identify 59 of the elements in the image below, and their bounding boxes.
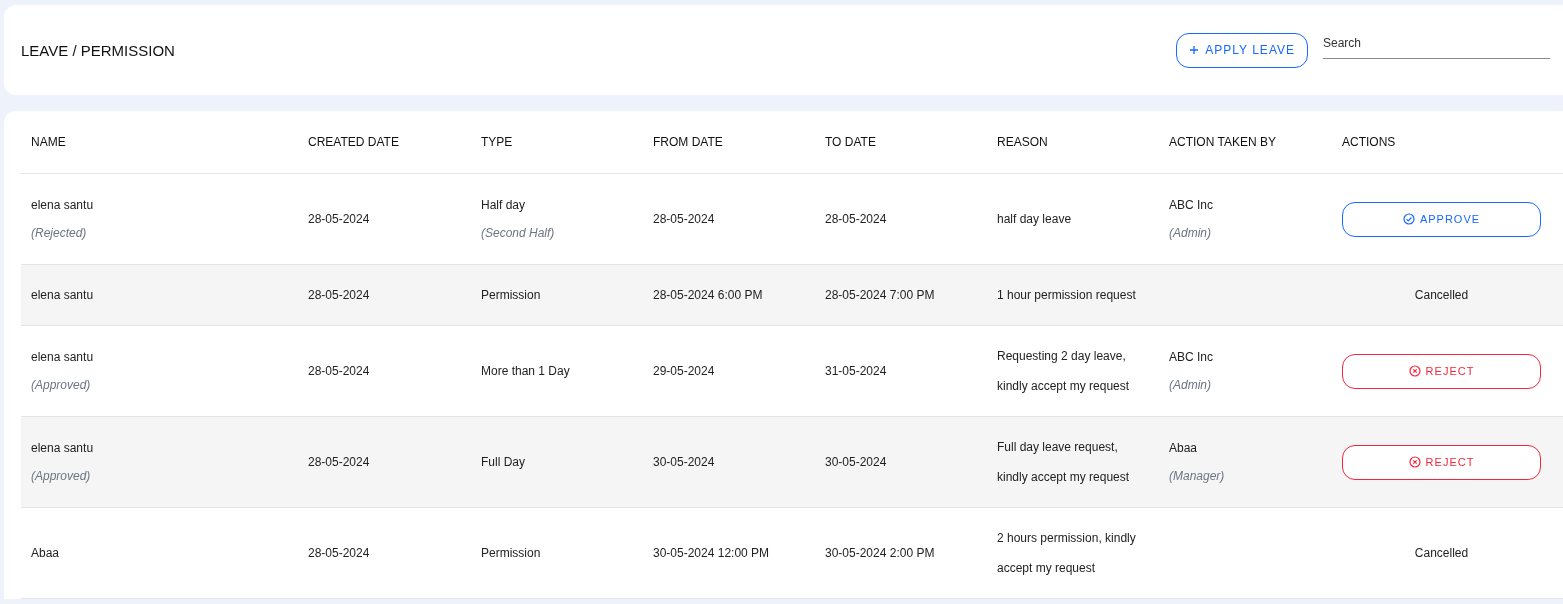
table-cell-text: 1 hour permission request — [997, 287, 1136, 304]
column-header: NAME — [30, 134, 67, 151]
table-cell-text: 2 hours permission, kindly accept my request — [997, 530, 1137, 577]
table-cell-text: Full day leave request, kindly accept my request — [997, 439, 1131, 486]
plus-icon — [1189, 45, 1200, 55]
table-cell: More than 1 Day — [481, 364, 570, 378]
page-title: LEAVE / PERMISSION — [21, 41, 175, 59]
column-header: FROM DATE — [652, 134, 724, 151]
table-cell: ABC Inc — [1169, 350, 1213, 364]
table-cell: elena santu — [31, 288, 94, 302]
table-cell: 28-05-2024 — [308, 212, 370, 226]
status-text: Cancelled — [1413, 546, 1470, 560]
column-header: REASON — [996, 134, 1049, 151]
table-cell: 30-05-2024 2:00 PM — [825, 546, 935, 560]
table-cell: 30-05-2024 12:00 PM — [653, 546, 770, 560]
table-cell: Permission — [481, 546, 541, 560]
table-cell: elena santu — [31, 350, 94, 364]
status-note: (Approved) — [31, 469, 91, 483]
table-cell: 28-05-2024 — [308, 288, 370, 302]
table-cell: 28-05-2024 — [308, 546, 370, 560]
x-circle-icon — [1408, 456, 1421, 468]
role-note: (Admin) — [1169, 378, 1211, 392]
table-cell: elena santu — [31, 441, 94, 455]
column-header: ACTIONS — [1341, 134, 1397, 151]
column-header: ACTION TAKEN BY — [1168, 134, 1277, 151]
table-cell: 28-05-2024 — [308, 364, 370, 378]
column-header: CREATED DATE — [307, 134, 400, 151]
approve-button[interactable]: APPROVE — [1342, 201, 1541, 237]
table-cell: Full Day — [481, 455, 525, 469]
table-cell: Abaa — [31, 546, 60, 560]
column-header: TYPE — [480, 134, 514, 151]
role-note: (Admin) — [1169, 226, 1211, 240]
table-cell-text: half day leave — [997, 211, 1072, 228]
table-cell: 28-05-2024 — [653, 212, 715, 226]
table-cell: 30-05-2024 — [653, 455, 715, 469]
x-circle-icon — [1408, 365, 1421, 377]
table-cell: 28-05-2024 — [308, 455, 370, 469]
role-note: (Manager) — [1169, 469, 1225, 483]
status-note: (Approved) — [31, 378, 91, 392]
table-cell: elena santu — [31, 198, 94, 212]
type-note: (Second Half) — [481, 226, 555, 240]
table-cell: 31-05-2024 — [825, 364, 887, 378]
status-text: Cancelled — [1413, 288, 1470, 302]
table-cell: 30-05-2024 — [825, 455, 887, 469]
column-header: TO DATE — [824, 134, 877, 151]
table-cell: 28-05-2024 7:00 PM — [825, 288, 935, 302]
table-cell: 28-05-2024 6:00 PM — [653, 288, 763, 302]
reject-button[interactable]: REJECT — [1342, 353, 1541, 389]
table-cell: ABC Inc — [1169, 198, 1213, 212]
table-cell: Abaa — [1169, 441, 1198, 455]
table-cell: 29-05-2024 — [653, 364, 715, 378]
table-cell: Half day — [481, 198, 526, 212]
apply-leave-button[interactable]: APPLY LEAVE — [1176, 32, 1308, 68]
table-cell: Permission — [481, 288, 541, 302]
reject-button[interactable]: REJECT — [1342, 444, 1541, 480]
table-cell: 28-05-2024 — [825, 212, 887, 226]
table-cell-text: Requesting 2 day leave, kindly accept my request — [997, 348, 1131, 395]
status-note: (Rejected) — [31, 226, 87, 240]
check-circle-icon — [1402, 213, 1415, 225]
